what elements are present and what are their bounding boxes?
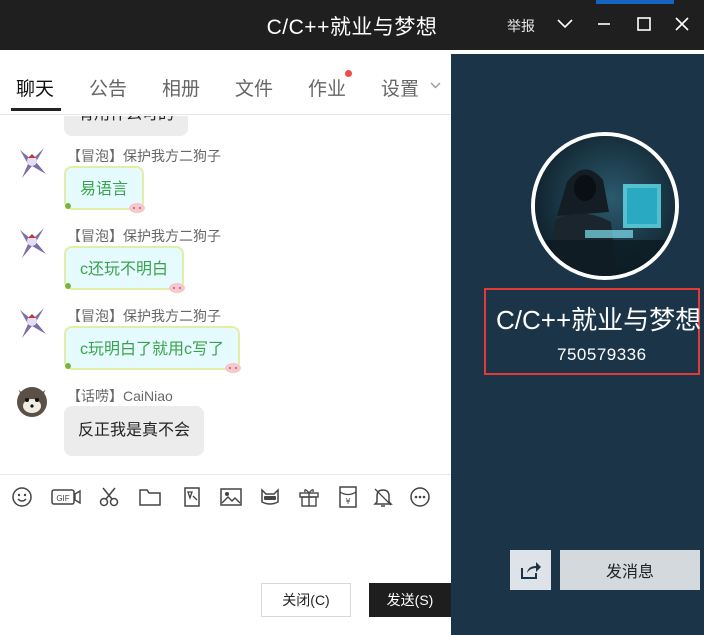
tab-bar: 聊天 公告 相册 文件 作业 设置	[0, 50, 451, 115]
tab-chat[interactable]: 聊天	[16, 74, 54, 101]
message-bubble: c还玩不明白	[64, 246, 186, 293]
share-icon	[520, 562, 541, 579]
image-button[interactable]	[219, 486, 243, 508]
message-text: 易语言	[80, 181, 129, 198]
message-bubble: 易语言	[64, 166, 146, 213]
svg-text:GIF: GIF	[56, 494, 69, 503]
red-packet-button[interactable]: ¥	[336, 486, 360, 508]
chevron-down-icon	[557, 19, 573, 29]
group-info-panel: C/C++就业与梦想 750579336 发消息	[451, 54, 704, 635]
group-avatar[interactable]	[531, 132, 679, 280]
maximize-icon	[637, 17, 651, 31]
leaf-icon	[65, 203, 71, 209]
mask-icon	[261, 488, 279, 505]
message-input[interactable]	[0, 518, 451, 635]
tab-album[interactable]: 相册	[162, 74, 200, 101]
message-bubble: 反正我是真不会	[64, 406, 205, 456]
share-button[interactable]	[510, 550, 551, 590]
emoji-icon	[12, 487, 32, 507]
active-tab-indicator	[11, 108, 61, 111]
tab-homework[interactable]: 作业	[308, 74, 346, 101]
tab-settings[interactable]: 设置	[381, 74, 419, 101]
avatar[interactable]	[14, 304, 50, 342]
report-button[interactable]: 举报	[507, 16, 535, 36]
maximize-button[interactable]	[632, 12, 656, 36]
sticker-button[interactable]	[180, 486, 204, 508]
dropdown-button[interactable]	[553, 12, 577, 36]
sender-name: 【冒泡】保护我方二狗子	[67, 148, 221, 164]
mask-button[interactable]	[258, 486, 282, 508]
emoji-button[interactable]	[10, 486, 34, 508]
pig-icon	[129, 203, 146, 213]
more-icon	[410, 487, 430, 507]
close-button[interactable]: 关闭(C)	[261, 583, 351, 617]
folder-button[interactable]	[138, 486, 162, 508]
sticker-icon	[184, 487, 200, 507]
send-button[interactable]: 发送(S)	[369, 583, 451, 617]
close-icon	[675, 17, 689, 31]
message-text: c还玩不明白	[80, 261, 169, 278]
bell-icon	[373, 488, 393, 507]
sender-name: 【话唠】CaiNiao	[67, 388, 173, 404]
notify-button[interactable]	[371, 486, 395, 508]
send-message-button[interactable]: 发消息	[560, 550, 700, 590]
leaf-icon	[65, 283, 71, 289]
gift-button[interactable]	[297, 486, 321, 508]
message-text: 反正我是真不会	[78, 422, 191, 439]
input-toolbar: GIF ¥	[0, 474, 451, 518]
hacker-image	[535, 136, 675, 276]
screenshot-button[interactable]	[97, 486, 121, 508]
avatar[interactable]	[14, 224, 50, 262]
chevron-down-icon	[430, 82, 441, 89]
folder-icon	[139, 489, 161, 506]
gif-button[interactable]: GIF	[51, 486, 81, 508]
tab-files[interactable]: 文件	[235, 74, 273, 101]
notification-dot	[345, 70, 352, 77]
minimize-button[interactable]	[592, 12, 616, 36]
image-icon	[220, 488, 242, 506]
group-id: 750579336	[557, 345, 647, 364]
scissors-icon	[99, 487, 119, 507]
message-bubble: c玩明白了就用c写了	[64, 326, 242, 373]
gift-icon	[299, 489, 319, 507]
group-name: C/C++就业与梦想	[496, 305, 702, 335]
close-window-button[interactable]	[670, 12, 694, 36]
chat-messages[interactable]: 有用什么可的 【冒泡】保护我方二狗子 易语言 【冒泡】保护我方二狗子 c还玩不明…	[0, 116, 451, 474]
avatar[interactable]	[14, 144, 50, 182]
message-bubble: 有用什么可的	[64, 116, 189, 136]
pig-icon	[225, 363, 242, 373]
avatar[interactable]	[14, 382, 50, 420]
red-packet-icon: ¥	[339, 486, 357, 508]
title-bar: C/C++就业与梦想 举报	[0, 0, 704, 50]
title-accent-strip	[596, 0, 674, 4]
message-text: c玩明白了就用c写了	[80, 341, 225, 358]
pig-icon	[169, 283, 186, 293]
minimize-icon	[598, 23, 610, 25]
tab-announcement[interactable]: 公告	[89, 74, 127, 101]
sender-name: 【冒泡】保护我方二狗子	[67, 308, 221, 324]
more-button[interactable]	[408, 486, 432, 508]
gif-icon: GIF	[51, 489, 81, 505]
svg-text:¥: ¥	[345, 497, 350, 506]
sender-name: 【冒泡】保护我方二狗子	[67, 228, 221, 244]
leaf-icon	[65, 363, 71, 369]
